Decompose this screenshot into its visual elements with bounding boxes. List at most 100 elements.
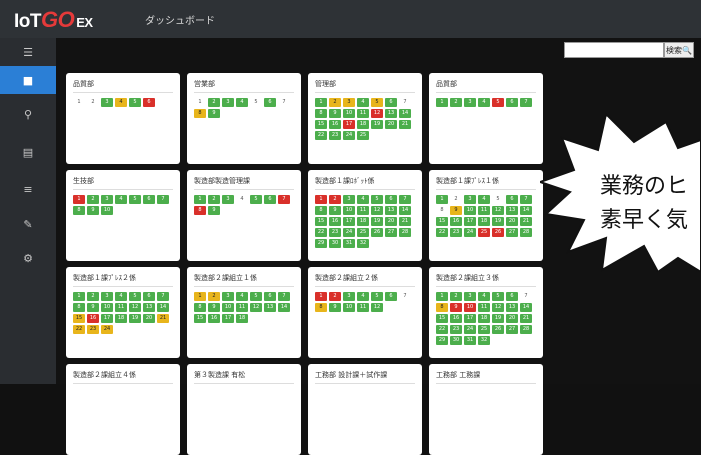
status-chip[interactable]: 7 [399, 98, 411, 107]
status-chip[interactable]: 1 [194, 195, 206, 204]
status-chip[interactable]: 24 [464, 325, 476, 334]
status-chip[interactable]: 3 [101, 98, 113, 107]
status-chip[interactable]: 22 [315, 131, 327, 140]
status-chip[interactable]: 6 [385, 195, 397, 204]
status-chip[interactable]: 2 [208, 98, 220, 107]
status-chip[interactable]: 3 [101, 195, 113, 204]
status-chip[interactable]: 23 [450, 325, 462, 334]
status-chip[interactable]: 1 [315, 292, 327, 301]
status-chip[interactable]: 1 [436, 98, 448, 107]
status-chip[interactable]: 7 [278, 292, 290, 301]
status-chip[interactable]: 9 [208, 206, 220, 215]
department-card[interactable]: 工務部 工務課 [429, 364, 543, 455]
status-chip[interactable]: 2 [450, 195, 462, 204]
status-chip[interactable]: 4 [115, 98, 127, 107]
status-chip[interactable]: 18 [478, 217, 490, 226]
status-chip[interactable]: 10 [343, 109, 355, 118]
department-card[interactable]: 製造部２課組立１係 1 2 3 4 5 6 7 8 9 10 11 12 13 14 15 16 17 18 [187, 267, 301, 358]
status-chip[interactable]: 29 [315, 239, 327, 248]
status-chip[interactable]: 12 [492, 303, 504, 312]
status-chip[interactable]: 21 [157, 314, 169, 323]
status-chip[interactable]: 20 [385, 120, 397, 129]
status-chip[interactable]: 6 [506, 195, 518, 204]
status-chip[interactable]: 25 [357, 131, 369, 140]
status-chip[interactable]: 19 [492, 314, 504, 323]
status-chip[interactable]: 32 [478, 336, 490, 345]
dashboard-icon[interactable]: ■ [0, 66, 56, 94]
status-chip[interactable]: 23 [329, 131, 341, 140]
status-chip[interactable]: 6 [385, 292, 397, 301]
status-chip[interactable]: 7 [157, 292, 169, 301]
status-chip[interactable]: 4 [478, 292, 490, 301]
status-chip[interactable]: 18 [115, 314, 127, 323]
status-chip[interactable]: 28 [399, 228, 411, 237]
search-icon[interactable]: ⚲ [0, 100, 56, 128]
status-chip[interactable]: 3 [464, 292, 476, 301]
status-chip[interactable]: 5 [129, 195, 141, 204]
status-chip[interactable]: 10 [464, 206, 476, 215]
status-chip[interactable]: 6 [143, 195, 155, 204]
status-chip[interactable]: 10 [101, 206, 113, 215]
status-chip[interactable]: 16 [450, 217, 462, 226]
status-chip[interactable]: 1 [315, 98, 327, 107]
status-chip[interactable]: 5 [371, 292, 383, 301]
status-chip[interactable]: 15 [436, 217, 448, 226]
status-chip[interactable]: 3 [464, 195, 476, 204]
status-chip[interactable]: 13 [506, 206, 518, 215]
status-chip[interactable]: 8 [73, 206, 85, 215]
status-chip[interactable]: 11 [236, 303, 248, 312]
status-chip[interactable]: 1 [73, 98, 85, 107]
status-chip[interactable]: 4 [357, 98, 369, 107]
status-chip[interactable]: 9 [329, 109, 341, 118]
department-card[interactable]: 製造部１課ﾛﾎﾞｯﾄ係 1 2 3 4 5 6 7 8 9 10 11 12 13 14 15 16 17 18 19… [308, 170, 422, 261]
status-chip[interactable]: 32 [357, 239, 369, 248]
status-chip[interactable]: 24 [343, 228, 355, 237]
department-card[interactable]: 品質部 1 2 3 4 5 6 [66, 73, 180, 164]
status-chip[interactable]: 11 [478, 303, 490, 312]
status-chip[interactable]: 21 [399, 120, 411, 129]
status-chip[interactable]: 16 [329, 120, 341, 129]
status-chip[interactable]: 6 [264, 195, 276, 204]
status-chip[interactable]: 14 [278, 303, 290, 312]
status-chip[interactable]: 24 [101, 325, 113, 334]
status-chip[interactable]: 9 [208, 303, 220, 312]
settings-icon[interactable]: ⚙ [0, 244, 56, 272]
status-chip[interactable]: 3 [464, 98, 476, 107]
status-chip[interactable]: 3 [343, 195, 355, 204]
status-chip[interactable]: 17 [343, 120, 355, 129]
status-chip[interactable]: 13 [506, 303, 518, 312]
status-chip[interactable]: 6 [143, 98, 155, 107]
status-chip[interactable]: 20 [506, 217, 518, 226]
status-chip[interactable]: 31 [343, 239, 355, 248]
status-chip[interactable]: 23 [450, 228, 462, 237]
status-chip[interactable]: 5 [250, 98, 262, 107]
status-chip[interactable]: 1 [315, 195, 327, 204]
status-chip[interactable]: 3 [343, 292, 355, 301]
status-chip[interactable]: 8 [194, 303, 206, 312]
edit-icon[interactable]: ✎ [0, 210, 56, 238]
status-chip[interactable]: 7 [278, 195, 290, 204]
status-chip[interactable]: 12 [371, 206, 383, 215]
status-chip[interactable]: 19 [371, 120, 383, 129]
status-chip[interactable]: 21 [520, 217, 532, 226]
status-chip[interactable]: 15 [194, 314, 206, 323]
status-chip[interactable]: 7 [520, 292, 532, 301]
status-chip[interactable]: 4 [478, 98, 490, 107]
status-chip[interactable]: 2 [208, 292, 220, 301]
status-chip[interactable]: 5 [492, 98, 504, 107]
status-chip[interactable]: 4 [236, 98, 248, 107]
department-card[interactable]: 製造部２課組立３係 1 2 3 4 5 6 7 8 9 10 11 12 13 14 15 16 17 18 19 20… [429, 267, 543, 358]
status-chip[interactable]: 28 [520, 228, 532, 237]
department-card[interactable]: 工務部 設計課＋試作課 [308, 364, 422, 455]
status-chip[interactable]: 9 [87, 206, 99, 215]
status-chip[interactable]: 11 [115, 303, 127, 312]
status-chip[interactable]: 15 [73, 314, 85, 323]
status-chip[interactable]: 17 [101, 314, 113, 323]
status-chip[interactable]: 26 [492, 228, 504, 237]
status-chip[interactable]: 9 [87, 303, 99, 312]
status-chip[interactable]: 25 [478, 325, 490, 334]
status-chip[interactable]: 16 [329, 217, 341, 226]
status-chip[interactable]: 11 [357, 303, 369, 312]
status-chip[interactable]: 22 [436, 228, 448, 237]
status-chip[interactable]: 8 [315, 206, 327, 215]
